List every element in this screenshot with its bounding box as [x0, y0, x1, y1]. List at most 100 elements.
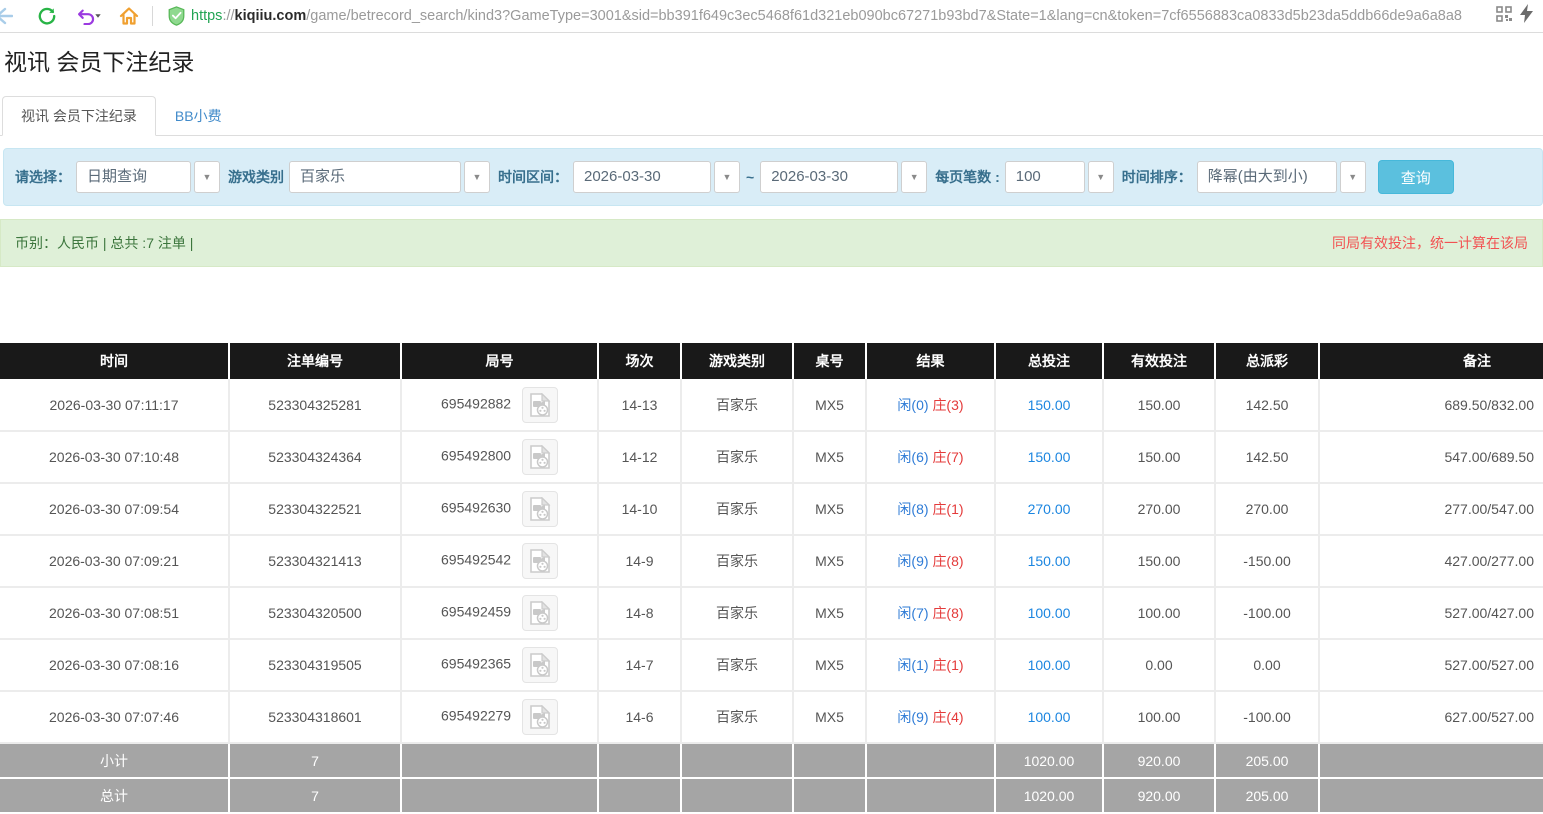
- total-bet-link[interactable]: 150.00: [1028, 553, 1071, 569]
- cell-valid-bet: 0.00: [1103, 639, 1215, 691]
- cell-round-number: 695492279: [401, 691, 598, 743]
- round-number: 695492542: [441, 552, 511, 568]
- range-separator: ~: [746, 169, 754, 185]
- footer-valid-bet: 920.00: [1103, 778, 1215, 813]
- search-button[interactable]: 查询: [1378, 160, 1454, 194]
- cell-remark: 627.00/527.00: [1319, 691, 1543, 743]
- video-replay-button[interactable]: [522, 387, 558, 423]
- chevron-down-icon[interactable]: ▼: [714, 161, 740, 193]
- cell-round-number: 695492630: [401, 483, 598, 535]
- back-icon[interactable]: [0, 6, 18, 26]
- cell-valid-bet: 100.00: [1103, 587, 1215, 639]
- video-replay-button[interactable]: [522, 543, 558, 579]
- cell-bet-number: 523304324364: [229, 431, 401, 483]
- currency-total-text: 币别：人民币 | 总共 :7 注单 |: [15, 233, 193, 253]
- total-bet-link[interactable]: 150.00: [1028, 397, 1071, 413]
- video-replay-button[interactable]: [522, 647, 558, 683]
- cell-bet-number: 523304325281: [229, 379, 401, 431]
- video-replay-button[interactable]: [522, 595, 558, 631]
- cell-valid-bet: 100.00: [1103, 691, 1215, 743]
- chevron-down-icon[interactable]: ▼: [194, 161, 220, 193]
- column-header: 桌号: [793, 343, 866, 379]
- chevron-down-icon[interactable]: ▼: [901, 161, 927, 193]
- cell-total-bet: 150.00: [995, 431, 1103, 483]
- chevron-down-icon[interactable]: ▼: [1088, 161, 1114, 193]
- bet-table: 时间注单编号局号场次游戏类别桌号结果总投注有效投注总派彩备注 2026-03-3…: [0, 343, 1543, 814]
- tab-bb-tips[interactable]: BB小费: [156, 96, 241, 136]
- cell-time: 2026-03-30 07:08:16: [0, 639, 229, 691]
- cell-result: 闲(0) 庄(3): [866, 379, 995, 431]
- video-replay-button[interactable]: [522, 439, 558, 475]
- result-player: 闲(1): [897, 657, 928, 673]
- undo-icon[interactable]: [74, 7, 104, 25]
- cell-bet-number: 523304318601: [229, 691, 401, 743]
- cell-valid-bet: 270.00: [1103, 483, 1215, 535]
- chevron-down-icon[interactable]: ▼: [464, 161, 490, 193]
- footer-payout: 205.00: [1215, 778, 1319, 813]
- cell-valid-bet: 150.00: [1103, 379, 1215, 431]
- date-from-value[interactable]: 2026-03-30: [573, 161, 711, 193]
- cell-result: 闲(6) 庄(7): [866, 431, 995, 483]
- tab-bet-records[interactable]: 视讯 会员下注纪录: [2, 96, 156, 136]
- cell-session: 14-8: [598, 587, 681, 639]
- result-player: 闲(7): [897, 605, 928, 621]
- cell-time: 2026-03-30 07:11:17: [0, 379, 229, 431]
- sort-value[interactable]: 降幂(由大到小): [1197, 161, 1337, 193]
- refresh-icon[interactable]: [32, 7, 62, 25]
- browser-toolbar: https://kiqiiu.com/game/betrecord_search…: [0, 0, 1543, 33]
- per-page-label: 每页笔数 :: [935, 167, 1000, 187]
- video-replay-button[interactable]: [522, 699, 558, 735]
- game-type-value[interactable]: 百家乐: [289, 161, 461, 193]
- total-bet-link[interactable]: 100.00: [1028, 657, 1071, 673]
- query-type-value[interactable]: 日期查询: [76, 161, 191, 193]
- round-number: 695492630: [441, 500, 511, 516]
- column-header: 时间: [0, 343, 229, 379]
- cell-payout: -100.00: [1215, 587, 1319, 639]
- cell-remark: 277.00/547.00: [1319, 483, 1543, 535]
- table-row: 2026-03-30 07:07:46523304318601695492279…: [0, 691, 1543, 743]
- result-banker: 庄(8): [932, 605, 963, 621]
- table-row: 2026-03-30 07:10:48523304324364 695492800…: [0, 431, 1543, 483]
- date-to-value[interactable]: 2026-03-30: [760, 161, 898, 193]
- chevron-down-icon[interactable]: ▼: [1340, 161, 1366, 193]
- security-shield-icon[interactable]: [161, 6, 191, 26]
- cell-time: 2026-03-30 07:10:48: [0, 431, 229, 483]
- footer-round: [401, 743, 598, 778]
- cell-table-number: MX5: [793, 691, 866, 743]
- cell-time: 2026-03-30 07:09:21: [0, 535, 229, 587]
- toolbar-divider: [152, 6, 153, 26]
- home-icon[interactable]: [114, 6, 144, 26]
- cell-total-bet: 100.00: [995, 587, 1103, 639]
- result-player: 闲(8): [897, 501, 928, 517]
- cell-round-number: 695492882: [401, 379, 598, 431]
- total-bet-link[interactable]: 100.00: [1028, 709, 1071, 725]
- query-type-label: 请选择：: [15, 167, 71, 187]
- cell-bet-number: 523304322521: [229, 483, 401, 535]
- total-bet-link[interactable]: 100.00: [1028, 605, 1071, 621]
- lightning-icon[interactable]: [1520, 4, 1533, 28]
- url-bar[interactable]: https://kiqiiu.com/game/betrecord_search…: [191, 8, 1492, 24]
- sort-label: 时间排序：: [1122, 167, 1192, 187]
- footer-session: [598, 743, 681, 778]
- video-replay-button[interactable]: [522, 491, 558, 527]
- cell-total-bet: 100.00: [995, 691, 1103, 743]
- game-type-select: 百家乐 ▼: [289, 161, 490, 193]
- qr-code-icon[interactable]: [1496, 6, 1512, 27]
- footer-session: [598, 778, 681, 813]
- cell-payout: 270.00: [1215, 483, 1319, 535]
- footer-label: 总计: [0, 778, 229, 813]
- cell-total-bet: 100.00: [995, 639, 1103, 691]
- film-document-icon: [529, 653, 551, 677]
- header-row: 时间注单编号局号场次游戏类别桌号结果总投注有效投注总派彩备注: [0, 343, 1543, 379]
- column-header: 总派彩: [1215, 343, 1319, 379]
- cell-game-type: 百家乐: [681, 379, 793, 431]
- cell-payout: 142.50: [1215, 379, 1319, 431]
- filter-bar: 请选择： 日期查询 ▼ 游戏类别 百家乐 ▼ 时间区间： 2026-03-30 …: [3, 148, 1543, 206]
- round-number: 695492800: [441, 448, 511, 464]
- film-document-icon: [529, 497, 551, 521]
- per-page-value[interactable]: 100: [1005, 161, 1085, 193]
- total-bet-link[interactable]: 270.00: [1028, 501, 1071, 517]
- date-from-picker: 2026-03-30 ▼: [573, 161, 740, 193]
- total-bet-link[interactable]: 150.00: [1028, 449, 1071, 465]
- column-header: 游戏类别: [681, 343, 793, 379]
